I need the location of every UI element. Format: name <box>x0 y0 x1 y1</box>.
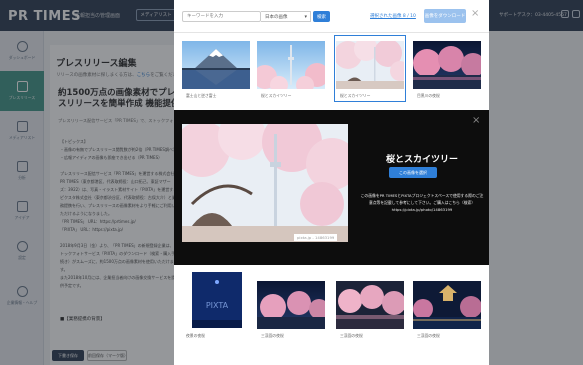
detail-title: 桜とスカイツリー <box>385 155 458 165</box>
image-detail-panel: × pixta.jp - 14863199 桜とスカイツリー この画像を選択 こ… <box>174 110 489 265</box>
thumbnail-caption: 桜とスカイツリー <box>261 93 292 98</box>
detail-url[interactable]: https://pixta.jp/photo/14863199 <box>392 207 453 212</box>
thumbnail-sakura-selected[interactable] <box>336 41 404 89</box>
thumbnail-night-3[interactable] <box>336 281 404 329</box>
svg-text:PIXTA: PIXTA <box>206 301 229 310</box>
category-select[interactable]: 日本の画像 ▾ <box>261 11 311 22</box>
detail-preview-image <box>182 124 348 242</box>
thumbnail-caption: 三渓園の夜桜 <box>417 333 440 338</box>
thumbnail-caption: 夜景の夜桜 <box>186 333 205 338</box>
thumbnail-fuji[interactable] <box>182 41 250 89</box>
thumbnail-skytree[interactable] <box>257 41 325 89</box>
selected-count-link[interactable]: 選択された画像 8 / 10 <box>370 13 416 19</box>
thumbnail-night[interactable] <box>413 41 481 89</box>
search-button[interactable]: 検索 <box>313 11 330 22</box>
detail-description: この画像をPR TIMESとPIXTAプロジェクトスペースで使用する際のご注意点… <box>360 192 484 213</box>
thumbnail-caption: 三渓園の夜桜 <box>261 333 284 338</box>
download-button[interactable]: 画像をダウンロード <box>424 9 466 23</box>
thumbnail-caption: 桜とスカイツリー <box>340 93 371 98</box>
thumbnail-caption: 三渓園の夜桜 <box>340 333 363 338</box>
thumbnail-night-4[interactable] <box>413 281 481 329</box>
thumbnail-night-2[interactable] <box>257 281 325 329</box>
thumbnail-pixta[interactable]: PIXTA <box>192 272 242 328</box>
search-input[interactable] <box>182 11 261 22</box>
select-image-button[interactable]: この画像を選択 <box>389 167 437 178</box>
category-select-value: 日本の画像 <box>265 15 288 20</box>
image-picker-modal: 日本の画像 ▾ 検索 選択された画像 8 / 10 画像をダウンロード × 富士… <box>174 0 489 365</box>
close-icon[interactable]: × <box>472 115 480 126</box>
close-icon[interactable]: × <box>471 8 479 19</box>
thumbnail-caption: 目黒川の夜桜 <box>417 93 440 98</box>
thumbnail-caption: 富士山と逆さ富士 <box>186 93 217 98</box>
detail-description-text: この画像をPR TIMESとPIXTAプロジェクトスペースで使用する際のご注意点… <box>360 193 484 205</box>
modal-toolbar: 日本の画像 ▾ 検索 選択された画像 8 / 10 画像をダウンロード × <box>174 0 489 33</box>
caret-down-icon: ▾ <box>304 14 307 20</box>
image-credit: pixta.jp - 14863199 <box>294 234 338 241</box>
